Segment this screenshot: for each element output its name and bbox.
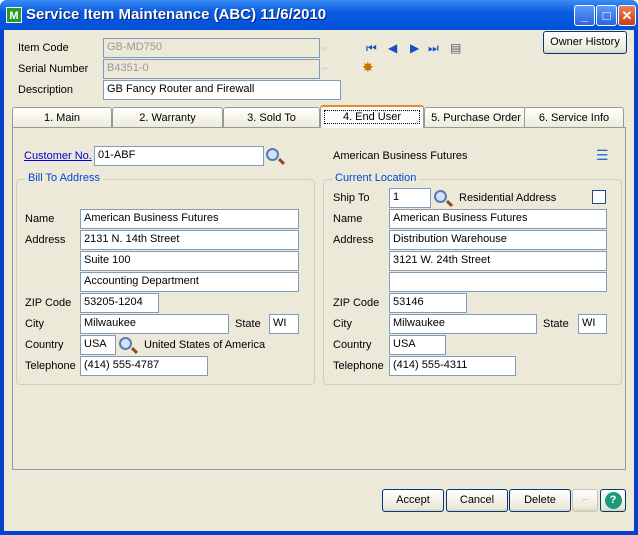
tab-warranty[interactable]: 2. Warranty bbox=[112, 107, 223, 128]
maximize-button[interactable]: □ bbox=[596, 5, 617, 26]
telephone-label: Telephone bbox=[333, 360, 384, 372]
bill-to-address-group: Bill To Address Name American Business F… bbox=[16, 172, 315, 385]
item-code-label: Item Code bbox=[18, 42, 69, 54]
next-record-icon[interactable]: ▶ bbox=[410, 41, 419, 55]
tab-sold-to[interactable]: 3. Sold To bbox=[223, 107, 320, 128]
address-label: Address bbox=[333, 234, 374, 246]
help-icon: ? bbox=[604, 492, 622, 509]
last-record-icon[interactable]: ⏭ bbox=[428, 41, 439, 56]
address-label: Address bbox=[25, 234, 66, 246]
residential-address-label: Residential Address bbox=[459, 192, 557, 204]
memo-icon[interactable]: ▤ bbox=[450, 41, 461, 55]
ship-to-label: Ship To bbox=[333, 192, 370, 204]
loc-country-input[interactable]: USA bbox=[389, 335, 446, 355]
owner-history-button[interactable]: Owner History bbox=[543, 31, 627, 54]
serial-wizard-icon[interactable]: ✸ bbox=[362, 59, 374, 76]
bill-to-title: Bill To Address bbox=[25, 172, 103, 184]
country-label: Country bbox=[333, 339, 372, 351]
city-label: City bbox=[333, 318, 352, 330]
loc-zip-input[interactable]: 53146 bbox=[389, 293, 467, 313]
tab-end-user-label: 4. End User bbox=[323, 110, 421, 124]
item-code-input[interactable]: GB-MD750 bbox=[103, 38, 320, 58]
customer-no-input[interactable]: 01-ABF bbox=[94, 146, 264, 166]
customer-no-link[interactable]: Customer No. bbox=[24, 150, 92, 162]
zip-label: ZIP Code bbox=[25, 297, 72, 309]
bill-name-input[interactable]: American Business Futures bbox=[80, 209, 299, 229]
title-bar[interactable]: M Service Item Maintenance (ABC) 11/6/20… bbox=[0, 0, 638, 30]
tab-end-user[interactable]: 4. End User bbox=[320, 105, 424, 128]
tab-purchase-order[interactable]: 5. Purchase Order bbox=[424, 107, 528, 128]
ship-to-input[interactable]: 1 bbox=[389, 188, 431, 208]
lookup-disabled-icon: ⌐ bbox=[322, 61, 330, 75]
bill-telephone-input[interactable]: (414) 555-4787 bbox=[80, 356, 208, 376]
loc-address3-input[interactable] bbox=[389, 272, 607, 292]
bill-state-input[interactable]: WI bbox=[269, 314, 299, 334]
state-label: State bbox=[235, 318, 261, 330]
bill-address3-input[interactable]: Accounting Department bbox=[80, 272, 299, 292]
bill-zip-input[interactable]: 53205-1204 bbox=[80, 293, 159, 313]
telephone-label: Telephone bbox=[25, 360, 76, 372]
ship-to-lookup-icon[interactable] bbox=[434, 190, 447, 203]
loc-address1-input[interactable]: Distribution Warehouse bbox=[389, 230, 607, 250]
name-label: Name bbox=[333, 213, 363, 225]
description-label: Description bbox=[18, 84, 74, 96]
name-label: Name bbox=[25, 213, 55, 225]
serial-number-input[interactable]: B4351-0 bbox=[103, 59, 320, 79]
bill-country-input[interactable]: USA bbox=[80, 335, 116, 355]
minimize-button[interactable]: _ bbox=[574, 5, 595, 26]
zip-label: ZIP Code bbox=[333, 297, 380, 309]
client-area: Item Code GB-MD750 Serial Number B4351-0… bbox=[4, 30, 634, 531]
current-location-group: Current Location Ship To 1 Residential A… bbox=[323, 172, 622, 385]
state-label: State bbox=[543, 318, 569, 330]
window: M Service Item Maintenance (ABC) 11/6/20… bbox=[0, 0, 638, 535]
bill-address1-input[interactable]: 2131 N. 14th Street bbox=[80, 230, 299, 250]
country-label: Country bbox=[25, 339, 64, 351]
city-label: City bbox=[25, 318, 44, 330]
loc-address2-input[interactable]: 3121 W. 24th Street bbox=[389, 251, 607, 271]
residential-address-checkbox[interactable] bbox=[592, 190, 606, 204]
close-button[interactable]: ✕ bbox=[618, 5, 636, 26]
customer-lookup-icon[interactable] bbox=[266, 148, 279, 161]
loc-state-input[interactable]: WI bbox=[578, 314, 607, 334]
accept-button[interactable]: Accept bbox=[382, 489, 444, 512]
lookup-disabled-icon: ⌐ bbox=[322, 41, 330, 55]
customer-maintenance-icon[interactable]: ☰ bbox=[596, 147, 609, 164]
loc-telephone-input[interactable]: (414) 555-4311 bbox=[389, 356, 516, 376]
tab-service-info[interactable]: 6. Service Info bbox=[524, 107, 624, 128]
first-record-icon[interactable]: ⏮ bbox=[366, 41, 377, 56]
help-button[interactable]: ? bbox=[600, 489, 626, 512]
loc-name-input[interactable]: American Business Futures bbox=[389, 209, 607, 229]
bill-address2-input[interactable]: Suite 100 bbox=[80, 251, 299, 271]
bill-city-input[interactable]: Milwaukee bbox=[80, 314, 229, 334]
customer-name: American Business Futures bbox=[333, 150, 468, 162]
previous-record-icon[interactable]: ◀ bbox=[388, 41, 397, 55]
loc-city-input[interactable]: Milwaukee bbox=[389, 314, 537, 334]
country-lookup-icon[interactable] bbox=[119, 337, 132, 350]
cancel-button[interactable]: Cancel bbox=[446, 489, 508, 512]
current-location-title: Current Location bbox=[332, 172, 420, 184]
disabled-button: ⌐ bbox=[572, 489, 598, 512]
app-icon: M bbox=[6, 7, 22, 23]
country-name: United States of America bbox=[144, 339, 266, 351]
description-input[interactable]: GB Fancy Router and Firewall bbox=[103, 80, 341, 100]
tab-main[interactable]: 1. Main bbox=[12, 107, 112, 128]
serial-number-label: Serial Number bbox=[18, 63, 89, 75]
window-title: Service Item Maintenance (ABC) 11/6/2010 bbox=[26, 6, 327, 23]
delete-button[interactable]: Delete bbox=[509, 489, 571, 512]
end-user-panel: Customer No. 01-ABF American Business Fu… bbox=[12, 127, 626, 470]
